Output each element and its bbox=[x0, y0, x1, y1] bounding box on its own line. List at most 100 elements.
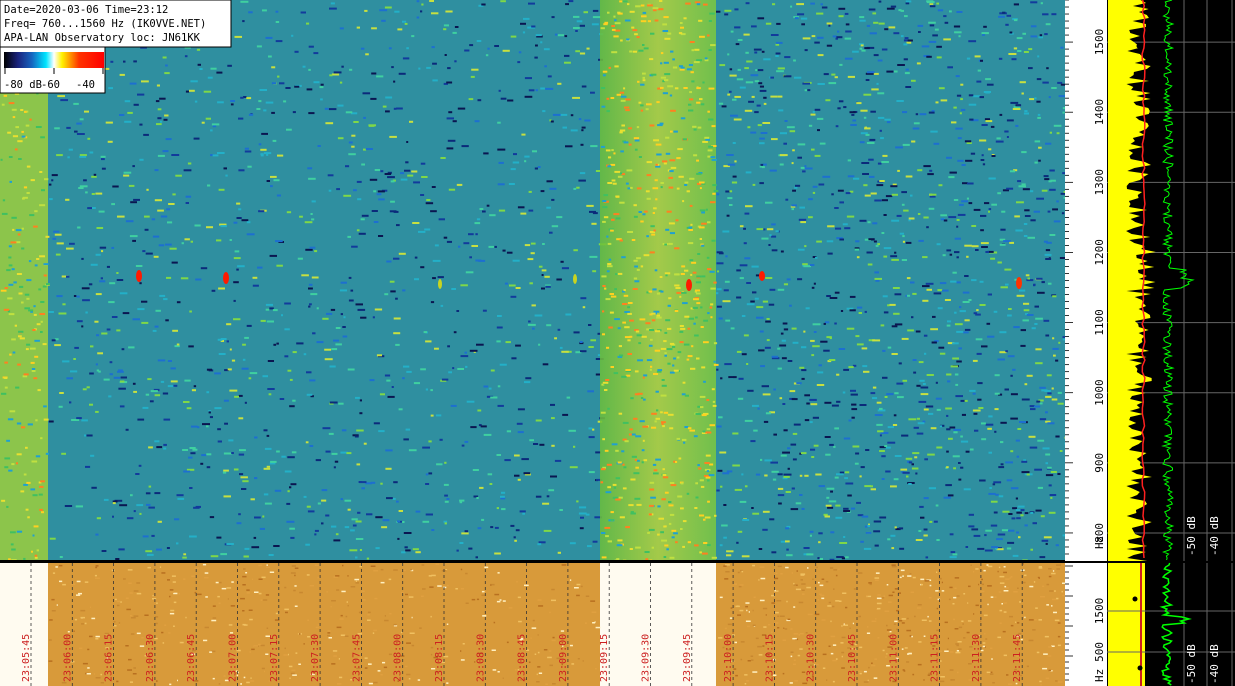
noise-speck bbox=[1024, 110, 1028, 113]
noise-speck bbox=[890, 534, 896, 537]
noise-speck bbox=[646, 359, 653, 362]
noise-speck bbox=[446, 584, 449, 587]
noise-speck bbox=[262, 9, 267, 12]
noise-speck bbox=[284, 470, 292, 473]
noise-speck bbox=[649, 481, 655, 484]
noise-speck bbox=[259, 89, 267, 91]
noise-speck bbox=[956, 281, 961, 284]
noise-speck bbox=[457, 368, 464, 370]
noise-speck bbox=[878, 22, 885, 25]
noise-speck bbox=[236, 202, 241, 205]
noise-speck bbox=[0, 158, 3, 161]
noise-speck bbox=[206, 466, 211, 469]
noise-speck bbox=[54, 127, 60, 130]
noise-speck bbox=[956, 644, 959, 647]
noise-speck bbox=[350, 289, 354, 292]
noise-speck bbox=[469, 256, 472, 259]
noise-speck bbox=[860, 466, 865, 469]
noise-speck bbox=[89, 403, 93, 406]
noise-speck bbox=[987, 427, 992, 430]
noise-speck bbox=[620, 172, 623, 175]
noise-speck bbox=[152, 235, 160, 238]
noise-speck bbox=[897, 64, 905, 66]
noise-speck bbox=[783, 473, 792, 476]
noise-speck bbox=[719, 64, 726, 67]
noise-speck bbox=[710, 287, 716, 290]
noise-speck bbox=[119, 73, 125, 76]
noise-speck bbox=[602, 200, 607, 202]
noise-speck bbox=[425, 202, 434, 205]
noise-speck bbox=[412, 548, 419, 551]
noise-speck bbox=[287, 653, 289, 656]
noise-speck bbox=[364, 667, 368, 669]
noise-speck bbox=[695, 482, 698, 485]
noise-speck bbox=[689, 177, 695, 180]
noise-speck bbox=[444, 500, 449, 503]
noise-speck bbox=[551, 16, 555, 19]
noise-speck bbox=[786, 278, 791, 281]
noise-speck bbox=[954, 31, 962, 34]
noise-speck bbox=[452, 120, 457, 123]
noise-speck bbox=[744, 67, 749, 70]
noise-speck bbox=[917, 24, 924, 27]
noise-speck bbox=[915, 539, 923, 541]
noise-speck bbox=[744, 683, 747, 685]
noise-speck bbox=[1056, 597, 1059, 600]
noise-speck bbox=[40, 331, 43, 333]
noise-speck bbox=[684, 184, 688, 186]
noise-speck bbox=[680, 273, 685, 275]
noise-speck bbox=[841, 655, 843, 658]
noise-speck bbox=[1039, 680, 1042, 683]
noise-speck bbox=[698, 467, 702, 470]
noise-speck bbox=[30, 361, 35, 364]
noise-speck bbox=[497, 671, 500, 673]
noise-speck bbox=[738, 377, 744, 380]
noise-speck bbox=[947, 320, 952, 323]
noise-speck bbox=[1043, 319, 1050, 322]
noise-speck bbox=[303, 495, 307, 498]
noise-speck bbox=[704, 462, 710, 464]
time-label: 23:06:15 bbox=[104, 634, 115, 682]
noise-speck bbox=[26, 481, 31, 484]
noise-speck bbox=[964, 328, 971, 331]
noise-speck bbox=[212, 605, 216, 607]
noise-speck bbox=[199, 68, 203, 70]
noise-speck bbox=[1058, 341, 1061, 344]
noise-speck bbox=[506, 430, 511, 433]
noise-speck bbox=[516, 422, 523, 425]
noise-speck bbox=[216, 239, 222, 242]
echo-dot bbox=[136, 270, 142, 282]
noise-speck bbox=[765, 201, 773, 204]
noise-speck bbox=[809, 530, 814, 533]
noise-speck bbox=[834, 291, 840, 294]
noise-speck bbox=[339, 27, 344, 30]
noise-speck bbox=[182, 556, 187, 559]
noise-speck bbox=[763, 626, 767, 628]
noise-speck bbox=[849, 309, 856, 312]
noise-speck bbox=[911, 467, 919, 470]
noise-speck bbox=[375, 516, 383, 519]
noise-speck bbox=[569, 466, 578, 469]
noise-speck bbox=[625, 526, 630, 529]
noise-speck bbox=[988, 177, 996, 180]
noise-speck bbox=[801, 23, 805, 26]
noise-speck bbox=[844, 12, 849, 15]
noise-speck bbox=[901, 618, 906, 620]
noise-speck bbox=[913, 122, 920, 125]
noise-speck bbox=[378, 198, 385, 201]
noise-speck bbox=[179, 641, 184, 644]
noise-speck bbox=[419, 627, 422, 629]
noise-speck bbox=[782, 322, 788, 325]
noise-speck bbox=[1038, 159, 1041, 162]
noise-speck bbox=[335, 575, 340, 577]
noise-speck bbox=[21, 426, 26, 429]
noise-speck bbox=[238, 513, 241, 516]
noise-speck bbox=[338, 402, 344, 405]
noise-speck bbox=[330, 2, 335, 5]
noise-speck bbox=[70, 583, 76, 586]
noise-speck bbox=[809, 398, 817, 401]
noise-speck bbox=[953, 106, 957, 109]
noise-speck bbox=[82, 299, 90, 302]
noise-speck bbox=[675, 541, 678, 544]
noise-speck bbox=[881, 597, 885, 599]
